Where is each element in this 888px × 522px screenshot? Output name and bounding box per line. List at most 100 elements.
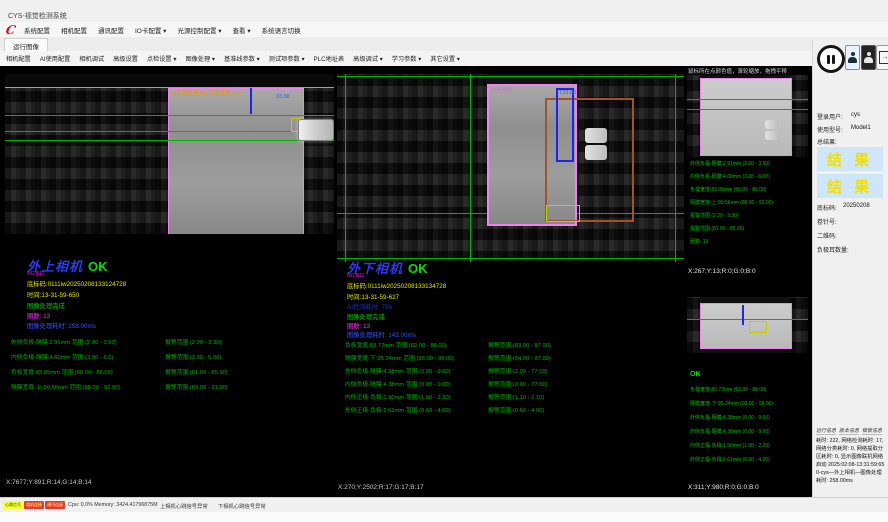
menu-item[interactable]: 系统语言切换: [262, 25, 301, 35]
toolbar-item[interactable]: 其它设置 ▾: [430, 54, 460, 63]
result-line: 负极宽度:83.77mm (82.00 - 88.00): [690, 383, 810, 397]
measurement-row: 隔膜宽度-下:95.24mm 范围:(93.00 - 98.00) 报警范围:(…: [345, 353, 680, 366]
tab-strip: 运行图像: [0, 37, 888, 52]
measurement-row: 外侧负极-隔膜:2.91mm 范围:(2.00 - 3.50) 报警范围:(2.…: [11, 337, 334, 352]
blue-measure-label: T23.80: [559, 90, 576, 96]
mouse-hint-text: 鼠标所在点颜色值，滚轮缩放，拖拽平移: [688, 67, 787, 75]
menu-item[interactable]: 通讯配置: [98, 25, 124, 35]
separator-film-region: [168, 88, 304, 234]
measure-line-green: [345, 74, 346, 262]
alarm-range: 报警范围:(81.00 - 85.00): [165, 367, 228, 376]
ok-status: OK: [88, 259, 108, 274]
result-line: 内侧正极-负极:1.90mm (1.00 - 2.20): [690, 439, 810, 453]
toolbar-item[interactable]: 高级调试 ▾: [353, 54, 383, 63]
result-line: 负极宽度:83.05mm (80.00 - 86.00): [690, 184, 810, 197]
runtime-info-text: 耗时: 222, 网络检测耗时: 17, 网络分类耗时: 0, 网络提取分区耗时…: [816, 437, 886, 495]
measurement-row: 内侧负极-隔膜:4.38mm 范围:(0.00 - 9.00) 报警范围:(2.…: [345, 379, 680, 392]
time-line: 时间:13-31-59-627: [347, 292, 399, 301]
measure-line-green: [5, 115, 334, 116]
info-tab[interactable]: 模板信息: [862, 427, 882, 435]
measurement-value: 内侧正极-负极:1.90mm 范围:(1.00 - 2.20): [345, 395, 451, 401]
toolbar-item[interactable]: AI使用配置: [40, 54, 71, 63]
model-label: 使用型号:: [817, 125, 843, 134]
time-line: 时间:13-31-59-650: [27, 290, 79, 299]
measurement-row: 负极宽度:83.77mm 范围:(82.00 - 88.00) 报警范围:(83…: [345, 340, 680, 353]
machine-structure: [5, 74, 334, 87]
toolbar-item[interactable]: 相机调试: [79, 54, 104, 63]
model-value[interactable]: Model1: [851, 125, 871, 131]
toolbar-item[interactable]: 相机配置: [6, 54, 31, 63]
result-line: 内侧负极-隔膜:4.38mm (0.00 - 9.00): [690, 425, 810, 439]
toolbar-item[interactable]: 基准线参数 ▾: [224, 54, 260, 63]
electrode-tab-photo: [765, 131, 779, 140]
toolbar-item[interactable]: 图像处理 ▾: [185, 54, 215, 63]
menu-item[interactable]: 查看 ▾: [233, 25, 251, 35]
alarm-range: 报警范围:(94.00 - 97.00): [488, 353, 551, 362]
pixel-caption-view2: X:311;Y:980;R:0;G:0;B:0: [688, 484, 759, 491]
sidebar: → 登录用户: cys 使用型号: Model1 总结果: 结 果 结 果 底标…: [812, 40, 888, 497]
ok-status: OK: [408, 261, 428, 276]
measurement-row: 负极宽度:83.05mm 范围:(80.00 - 86.00) 报警范围:(81…: [11, 367, 334, 382]
window-edge: [0, 512, 888, 522]
login-user-label: 登录用户:: [817, 112, 843, 121]
turns-line: 圈数: 13: [347, 321, 370, 330]
toolbar: 相机配置 AI使用配置相机调试高级设置点检设置 ▾ 图像处理 ▾ 基准线参数 ▾ 测试项…: [0, 51, 812, 67]
app-logo-icon: C: [5, 23, 18, 37]
result-line: 隔膜宽度-下:95.24mm (93.00 - 98.00): [690, 397, 810, 411]
login-user-button[interactable]: [845, 45, 860, 70]
camera-image-bottom[interactable]: AI检测框 T23.80: [337, 74, 684, 262]
info-tab[interactable]: 运行信息: [816, 427, 836, 435]
machine-structure: [687, 75, 700, 157]
toolbar-item[interactable]: PLC地址表: [314, 54, 345, 63]
blue-measure-line: [742, 305, 744, 325]
pause-icon: [832, 55, 835, 64]
ng-info: NG:B11: [27, 271, 44, 277]
elapsed-line: 图像处理耗时: 258.00ms: [27, 321, 96, 330]
toolbar-item[interactable]: 学习参数 ▾: [392, 54, 422, 63]
measurement-value: 隔膜宽度-上:90.56mm 范围:(88.00 - 92.00): [11, 385, 121, 391]
electrode-tab-photo: [585, 145, 607, 160]
menu-item[interactable]: IO卡配置 ▾: [135, 25, 166, 35]
person-icon: [864, 52, 873, 63]
thumbnail-2-results: 负极宽度:83.77mm (82.00 - 88.00)隔膜宽度-下:95.24…: [690, 383, 810, 467]
machine-structure: [5, 74, 168, 234]
thumbnail-view-2[interactable]: [687, 297, 808, 353]
blue-measure-line: [250, 88, 252, 114]
machine-structure: [687, 297, 700, 353]
tab-detect-box: [546, 205, 580, 222]
alarm-range: 报警范围:(89.00 - 91.00): [165, 382, 228, 391]
measurement-value: 负极宽度:83.77mm 范围:(82.00 - 88.00): [345, 343, 447, 349]
info-tab[interactable]: 版本信息: [839, 427, 859, 435]
done-line: 图像处理完成: [347, 312, 385, 321]
status-bar: 心跳信号 相机连接 通讯连接 Cpu: 0.0% Memory: 3424.41…: [0, 497, 888, 513]
pause-button[interactable]: [817, 45, 845, 73]
measurement-row: 内侧正极-负极:1.90mm 范围:(1.00 - 2.20) 报警范围:(1.…: [345, 392, 680, 405]
pause-icon: [827, 55, 830, 64]
measurement-row: 隔膜宽度-上:90.56mm 范围:(88.00 - 92.00) 报警范围:(…: [11, 382, 334, 397]
menu-item[interactable]: 系统配置: [24, 25, 50, 35]
thumbnail-view-1[interactable]: [687, 75, 808, 157]
user-manage-button[interactable]: [861, 45, 876, 70]
alarm-range: 报警范围:(3.00 - 5.00): [165, 352, 221, 361]
electrode-tab-photo: [765, 120, 779, 129]
measurement-value: 内侧负极-隔膜:4.38mm 范围:(0.00 - 9.00): [345, 382, 451, 388]
result-line: 报警范围:(2.20 - 3.30): [690, 210, 810, 223]
measurement-row: 内侧负极-隔膜:4.60mm 范围:(3.00 - 6.0) 报警范围:(3.0…: [11, 352, 334, 367]
tab-detect-box: [749, 321, 767, 333]
exit-button[interactable]: →: [876, 45, 888, 70]
toolbar-item[interactable]: 高级设置: [113, 54, 138, 63]
person-icon: [848, 52, 857, 63]
separator-film-region: [700, 303, 792, 349]
tab-run-image[interactable]: 运行图像: [4, 38, 48, 52]
electrode-tab-photo: [585, 128, 607, 143]
comm-connect-badge: 通讯连接: [45, 501, 65, 509]
menu-item[interactable]: 光源控制配置 ▾: [177, 25, 221, 35]
machine-structure: [790, 297, 808, 353]
menu-item[interactable]: 相机配置: [61, 25, 87, 35]
camera-image-top[interactable]: N平均宽值:93, 动态宽值:100 23.88: [5, 74, 334, 234]
machine-structure: [302, 74, 334, 234]
exit-arrow-icon: →: [882, 54, 888, 61]
machine-structure: [790, 75, 808, 157]
toolbar-item[interactable]: 点检设置 ▾: [147, 54, 177, 63]
toolbar-item[interactable]: 测试项参数 ▾: [269, 54, 305, 63]
